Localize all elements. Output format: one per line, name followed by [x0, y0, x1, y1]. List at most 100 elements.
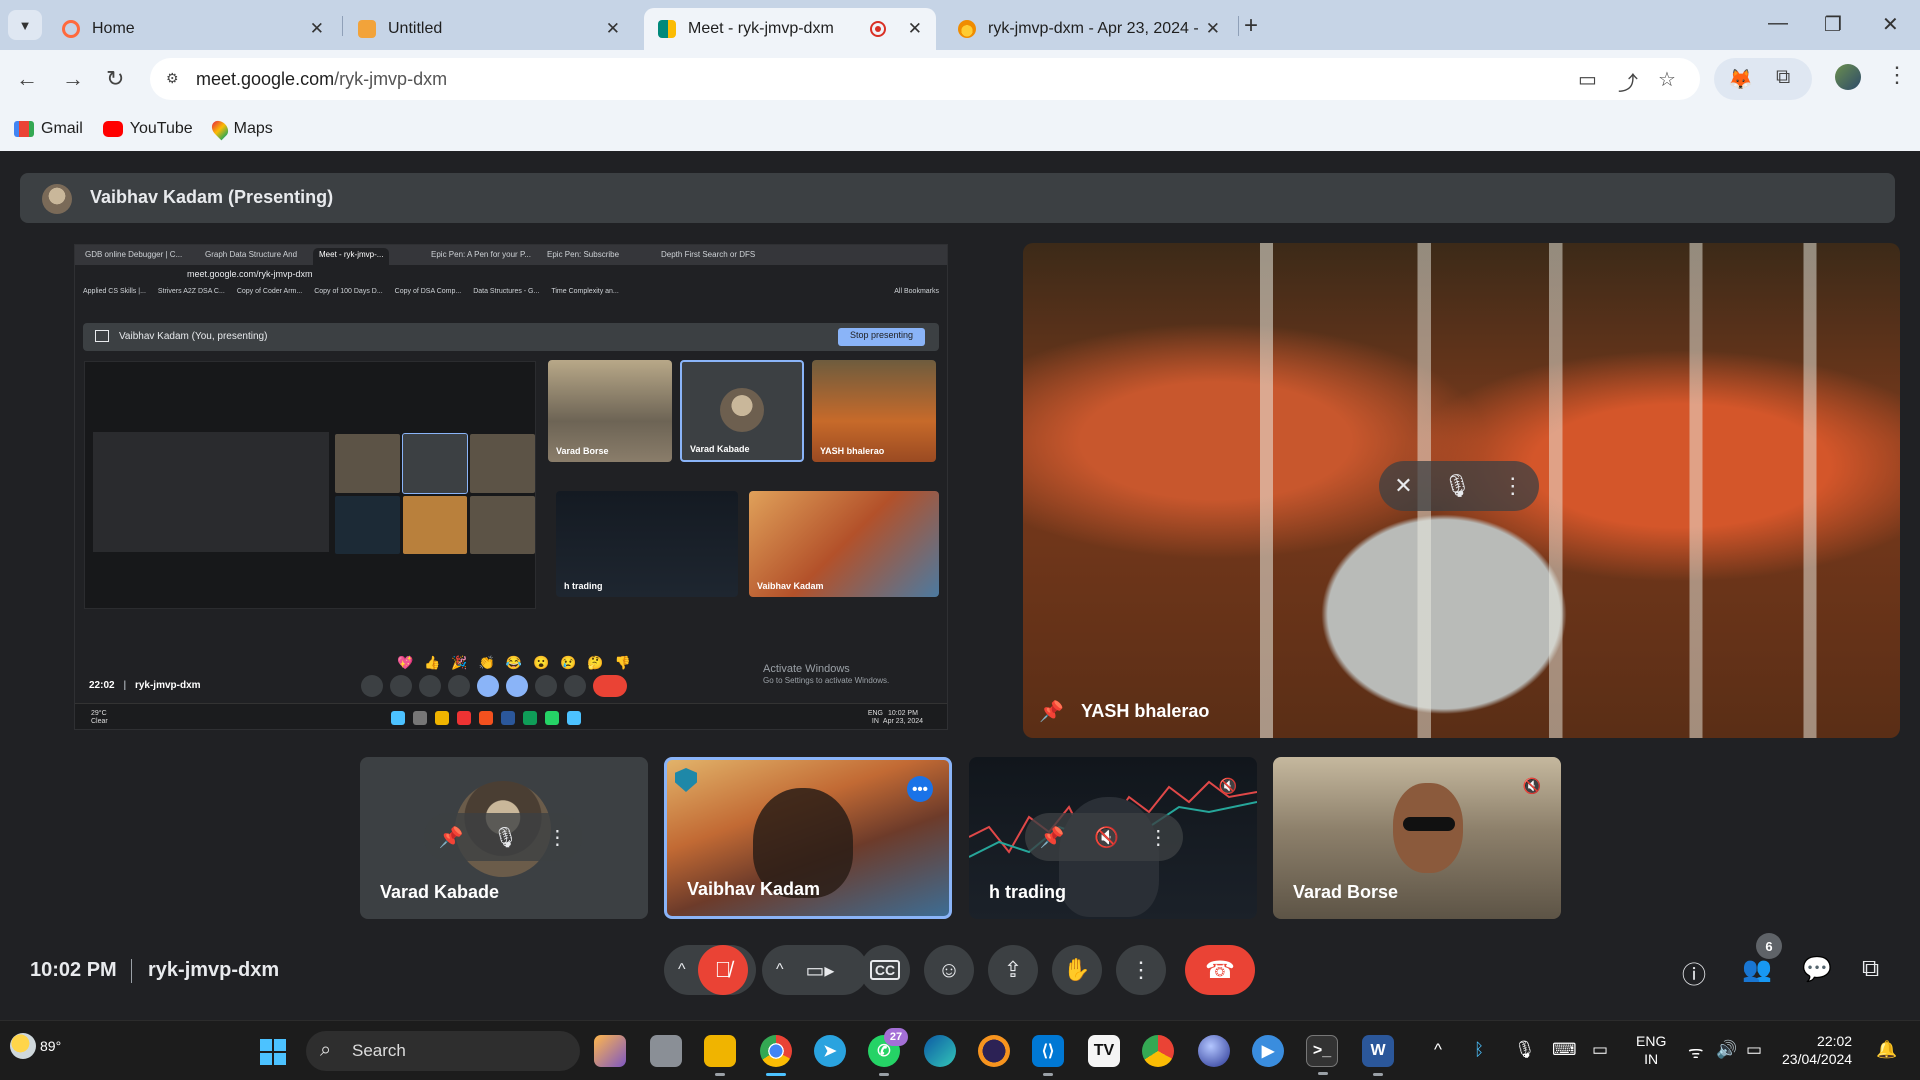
- extensions-puzzle-icon[interactable]: ⧉: [1776, 66, 1790, 89]
- close-icon[interactable]: ✕: [310, 19, 324, 39]
- more-options-button[interactable]: ⋮: [1116, 945, 1166, 995]
- screen-share[interactable]: GDB online Debugger | C... Graph Data St…: [74, 244, 948, 730]
- presenter-name: Vaibhav Kadam (Presenting): [90, 187, 334, 207]
- file-explorer-icon[interactable]: [704, 1035, 736, 1076]
- keyboard-icon[interactable]: ⌨: [1552, 1040, 1577, 1060]
- telegram-icon[interactable]: ➤: [814, 1035, 846, 1067]
- captions-button[interactable]: CC: [860, 945, 910, 995]
- shared-ctrl: [535, 675, 557, 697]
- tab-untitled[interactable]: Untitled ✕: [344, 8, 634, 50]
- restore-button[interactable]: ❐: [1824, 12, 1842, 37]
- wifi-icon[interactable]: ᯤ: [1688, 1040, 1704, 1063]
- show-hidden-icons-chevron[interactable]: ^: [1434, 1040, 1442, 1060]
- tab-divider: [342, 16, 343, 36]
- media-player-icon[interactable]: ▶: [1252, 1035, 1284, 1067]
- chevron-down-icon: ▼: [18, 17, 32, 33]
- eclipse-icon[interactable]: [978, 1035, 1010, 1067]
- chat-icon[interactable]: 💬: [1802, 955, 1832, 984]
- pin-icon[interactable]: 📌: [439, 825, 464, 850]
- recursive-tile: [402, 495, 468, 554]
- address-bar[interactable]: ⚙ meet.google.com/ryk-jmvp-dxm ▭ ⤴ ☆: [150, 58, 1700, 100]
- bookmark-youtube[interactable]: YouTube: [102, 120, 193, 138]
- unpin-icon[interactable]: ✕: [1394, 473, 1412, 499]
- video-options-button[interactable]: ^ ▭▸: [762, 945, 868, 995]
- chrome-icon[interactable]: [760, 1035, 792, 1076]
- close-icon[interactable]: ✕: [606, 19, 620, 39]
- minimize-button[interactable]: —: [1768, 12, 1788, 35]
- whatsapp-badge: 27: [884, 1028, 908, 1046]
- weather-widget[interactable]: 89°: [10, 1033, 61, 1059]
- word-icon[interactable]: W: [1362, 1035, 1394, 1076]
- bookmark-maps[interactable]: Maps: [208, 117, 273, 141]
- shared-lang-sub: IN: [871, 718, 879, 725]
- microphone-toggle-button[interactable]: 🎙̸: [698, 945, 748, 995]
- chrome-profile-icon[interactable]: [1142, 1035, 1174, 1067]
- new-tab-button[interactable]: +: [1244, 12, 1258, 40]
- vscode-icon[interactable]: ⟨⟩: [1032, 1035, 1064, 1076]
- meeting-time: 10:02 PM: [30, 959, 117, 981]
- meeting-info-icon[interactable]: ⓘ: [1682, 955, 1706, 990]
- activities-icon[interactable]: ⧉: [1862, 955, 1879, 983]
- input-language[interactable]: ENG IN: [1636, 1032, 1666, 1068]
- edge-icon[interactable]: [924, 1035, 956, 1067]
- profile-avatar[interactable]: [1835, 64, 1861, 90]
- close-icon[interactable]: ✕: [908, 19, 922, 39]
- lang-code: ENG: [1636, 1033, 1667, 1049]
- notifications-icon[interactable]: 🔔: [1876, 1040, 1897, 1060]
- display-icon[interactable]: ▭: [1592, 1040, 1608, 1060]
- open-in-window-icon[interactable]: ⤴: [1618, 67, 1638, 96]
- microphone-icon[interactable]: 🎙: [1514, 1040, 1536, 1060]
- bookmark-gmail[interactable]: Gmail: [14, 120, 83, 138]
- participant-tile-varad-borse[interactable]: 🔇 Varad Borse: [1273, 757, 1561, 919]
- volume-icon[interactable]: 🔊: [1716, 1040, 1737, 1060]
- terminal-icon[interactable]: >_: [1306, 1035, 1338, 1075]
- pinned-video-yash[interactable]: ✕ 🎙 ⋮ 📌 YASH bhalerao: [1023, 243, 1900, 738]
- metamask-icon[interactable]: 🦊: [1728, 67, 1753, 92]
- bookmark-star-icon[interactable]: ☆: [1658, 67, 1676, 92]
- raise-hand-button[interactable]: ✋: [1052, 945, 1102, 995]
- tab-title: Meet - ryk-jmvp-dxm: [688, 20, 834, 37]
- microphone-icon[interactable]: 🎙: [493, 825, 518, 850]
- eclipse-ide-icon[interactable]: [1198, 1035, 1230, 1067]
- more-options-icon[interactable]: ⋮: [547, 825, 567, 850]
- more-options-icon[interactable]: ⋮: [1148, 825, 1168, 850]
- participant-tile-vaibhav[interactable]: ••• Vaibhav Kadam: [664, 757, 952, 919]
- reactions-button[interactable]: ☺: [924, 945, 974, 995]
- leave-call-button[interactable]: ☎: [1185, 945, 1255, 995]
- back-arrow-icon[interactable]: ←: [16, 66, 38, 92]
- shared-controls: [361, 675, 627, 697]
- reaction-sad: 😢: [560, 655, 577, 670]
- camera-in-use-icon[interactable]: ▭: [1578, 67, 1597, 92]
- pin-icon[interactable]: 📌: [1040, 825, 1065, 850]
- taskbar-search[interactable]: ⌕ Search: [306, 1031, 580, 1071]
- people-icon[interactable]: 👥: [1742, 955, 1772, 984]
- shared-tab: GDB online Debugger | C...: [85, 250, 183, 259]
- task-view-icon[interactable]: [650, 1035, 682, 1067]
- microphone-icon[interactable]: 🎙: [1443, 473, 1471, 499]
- site-settings-icon[interactable]: ⚙: [166, 70, 184, 88]
- present-now-button[interactable]: ⇪: [988, 945, 1038, 995]
- browser-menu-icon[interactable]: ⋮: [1886, 62, 1908, 88]
- shared-bookmark: Copy of Coder Arm...: [236, 287, 303, 295]
- battery-icon[interactable]: ▭: [1746, 1040, 1762, 1060]
- bluetooth-icon[interactable]: ᛒ: [1474, 1040, 1484, 1060]
- close-icon[interactable]: ✕: [1206, 19, 1220, 39]
- reload-icon[interactable]: ↻: [106, 66, 124, 92]
- close-window-button[interactable]: ✕: [1882, 12, 1899, 37]
- recursive-tile: [335, 495, 400, 554]
- tradingview-icon[interactable]: TV: [1088, 1035, 1120, 1067]
- avatar: [42, 184, 72, 214]
- mic-off-icon[interactable]: 🔇: [1094, 825, 1119, 850]
- photos-app-icon[interactable]: [594, 1035, 626, 1067]
- forward-arrow-icon[interactable]: →: [62, 66, 84, 92]
- participant-tile-h-trading[interactable]: 📌 🔇 ⋮ 🔇 h trading: [969, 757, 1257, 919]
- system-clock[interactable]: 22:02 23/04/2024: [1782, 1032, 1852, 1068]
- more-options-icon[interactable]: ⋮: [1502, 473, 1524, 499]
- start-button[interactable]: [260, 1039, 286, 1065]
- tab-search-button[interactable]: ▼: [8, 10, 42, 40]
- shared-tile-yash: YASH bhalerao: [812, 360, 936, 462]
- tab-meet[interactable]: Meet - ryk-jmvp-dxm ✕: [644, 8, 936, 50]
- participant-tile-varad-kabade[interactable]: 📌 🎙 ⋮ Varad Kabade: [360, 757, 648, 919]
- tab-home[interactable]: Home ✕: [48, 8, 338, 50]
- tab-recording[interactable]: ryk-jmvp-dxm - Apr 23, 2024 - ✕: [944, 8, 1234, 50]
